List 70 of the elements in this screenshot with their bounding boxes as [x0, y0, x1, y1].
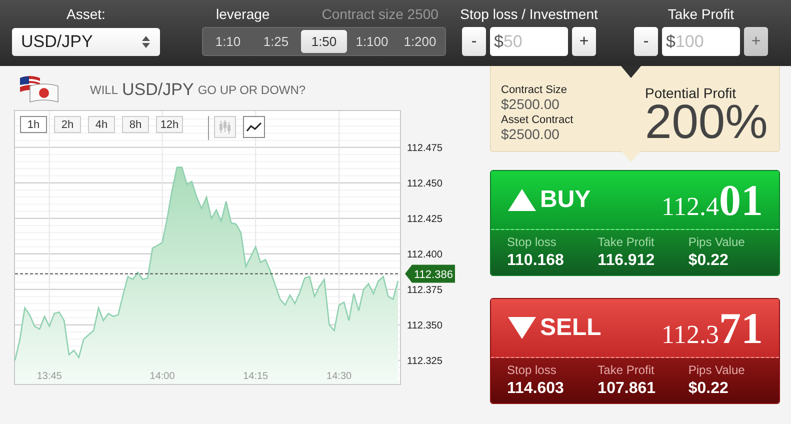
trade-price: 112.401 — [661, 174, 763, 226]
stat-label: Pips Value — [688, 235, 746, 249]
x-tick-label: 14:30 — [326, 371, 352, 382]
candlestick-icon — [218, 119, 232, 135]
leverage-option[interactable]: 1:25 — [253, 30, 299, 53]
stepper-label: Stop loss / Investment — [460, 6, 598, 22]
stat-value: $0.22 — [688, 380, 730, 398]
info-value: $2500.00 — [501, 126, 560, 142]
stat-value: $0.22 — [688, 252, 730, 270]
leverage-option[interactable]: 1:200 — [397, 30, 443, 53]
asset-label: Asset: — [66, 6, 106, 22]
x-tick-label: 14:15 — [243, 371, 268, 382]
stat-label: Stop loss — [507, 235, 558, 249]
stepper-label: Take Profit — [668, 6, 734, 22]
stat-label: Pips Value — [688, 363, 746, 377]
y-tick-label: 112.450 — [407, 178, 442, 190]
amount-input[interactable]: 100 — [675, 32, 736, 52]
price-tag: 112.386 — [405, 264, 455, 283]
y-tick-label: 112.400 — [407, 249, 442, 260]
y-tick-label: 112.475 — [407, 142, 442, 154]
info-label: Asset Contract — [501, 114, 574, 126]
y-tick-label: 112.325 — [407, 356, 442, 367]
info-label: Contract Size — [501, 84, 568, 96]
info-value: $2500.00 — [501, 96, 560, 112]
buy-card[interactable]: BUY 112.401 Stop loss 110.168 Take Profit 116.912 Pips Value $0.22 — [490, 170, 780, 276]
amount-input[interactable]: 50 — [503, 32, 564, 52]
amount-field[interactable]: $100 — [662, 27, 740, 56]
x-tick-label: 14:00 — [150, 371, 175, 382]
up-triangle-icon — [508, 189, 536, 211]
callout-pointer — [621, 66, 641, 78]
y-tick-label: 112.375 — [407, 284, 442, 296]
down-triangle-icon — [508, 317, 536, 339]
line-chart-button[interactable] — [243, 116, 265, 138]
x-tick-label: 13:45 — [36, 371, 62, 382]
y-tick-label: 112.350 — [407, 320, 442, 332]
range-button[interactable]: 8h — [122, 116, 149, 133]
flags-icon — [18, 74, 60, 106]
range-button[interactable]: 4h — [88, 116, 115, 133]
trade-price: 112.371 — [661, 302, 763, 354]
leverage-option[interactable]: 1:10 — [205, 30, 251, 53]
leverage-option[interactable]: 1:100 — [349, 30, 395, 53]
profit-value: 200% — [645, 101, 768, 145]
range-button[interactable]: 2h — [54, 116, 81, 133]
range-button[interactable]: 12h — [156, 116, 183, 133]
trade-label: BUY — [540, 186, 591, 214]
trade-label: SELL — [540, 314, 602, 342]
leverage-label: leverage — [216, 6, 270, 22]
plus-button[interactable]: + — [572, 27, 596, 56]
amount-field[interactable]: $50 — [490, 27, 568, 56]
leverage-option[interactable]: 1:50 — [301, 30, 347, 53]
stat-value: 114.603 — [507, 380, 565, 398]
stat-label: Take Profit — [598, 235, 656, 249]
question-asset: USD/JPY — [122, 80, 194, 100]
asset-select[interactable]: USD/JPY — [12, 28, 160, 56]
minus-button[interactable]: - — [634, 27, 658, 56]
question-prefix: WILL — [90, 82, 118, 96]
stat-value: 116.912 — [598, 252, 656, 270]
range-button[interactable]: 1h — [20, 116, 47, 133]
line-chart-icon — [246, 121, 262, 133]
profit-label: Potential Profit — [645, 85, 738, 101]
y-tick-label: 112.425 — [407, 214, 442, 225]
question-suffix: GO UP OR DOWN? — [198, 82, 306, 96]
stat-value: 110.168 — [507, 252, 565, 270]
stat-value: 107.861 — [598, 380, 657, 398]
stat-label: Take Profit — [598, 363, 656, 377]
stat-label: Stop loss — [507, 363, 558, 377]
sort-caret-icon — [142, 36, 150, 48]
minus-button[interactable]: - — [462, 27, 486, 56]
sell-card[interactable]: SELL 112.371 Stop loss 114.603 Take Profit 107.861 Pips Value $0.22 — [490, 298, 780, 404]
contract-size-label: Contract size 2500 — [322, 6, 438, 22]
